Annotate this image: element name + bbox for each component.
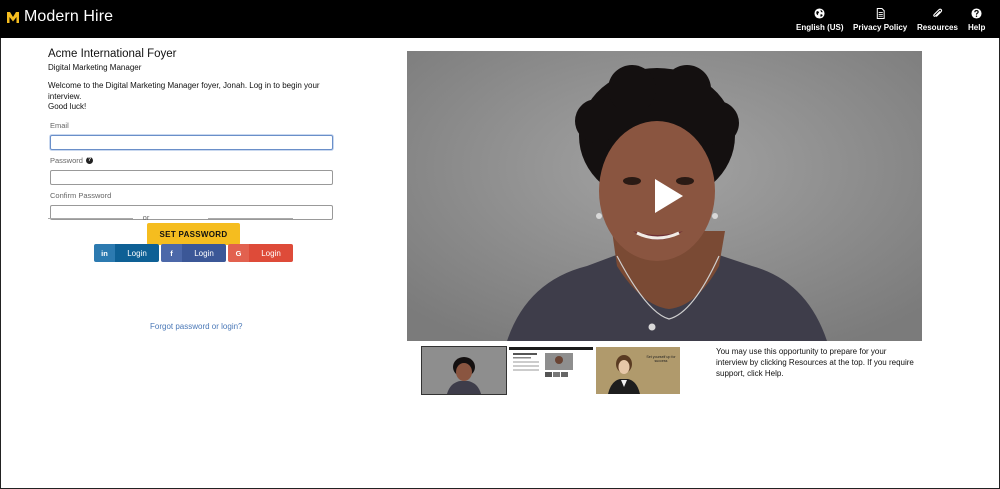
- position-title: Digital Marketing Manager: [48, 63, 142, 72]
- confirm-password-label: Confirm Password: [50, 191, 348, 200]
- google-login-label: Login: [249, 244, 293, 262]
- nav-language[interactable]: English (US): [796, 8, 844, 32]
- brand-name: Modern Hire: [24, 8, 114, 25]
- question-icon: [971, 8, 982, 19]
- linkedin-icon: in: [94, 244, 115, 262]
- divider-line-right: [208, 218, 293, 219]
- password-help-icon[interactable]: ?: [85, 156, 93, 164]
- linkedin-login-label: Login: [115, 244, 159, 262]
- paperclip-icon: [933, 8, 943, 17]
- confirm-password-label-text: Confirm Password: [50, 190, 112, 200]
- thumbnail-screen-tour[interactable]: [509, 347, 593, 394]
- nav-resources[interactable]: Resources: [917, 8, 958, 32]
- thumbnail-caption: Set yourself up for success: [646, 355, 676, 364]
- password-label-text: Password: [50, 155, 83, 165]
- password-field[interactable]: [50, 169, 333, 185]
- video-player[interactable]: [407, 51, 922, 341]
- thumbnail-welcome-video[interactable]: [421, 346, 507, 395]
- nav-privacy-label: Privacy Policy: [853, 23, 908, 32]
- brand-logo[interactable]: Modern Hire: [6, 8, 113, 26]
- facebook-login-button[interactable]: f Login: [161, 244, 226, 262]
- set-password-button[interactable]: SET PASSWORD: [147, 223, 240, 245]
- google-icon: G: [228, 244, 249, 262]
- google-login-button[interactable]: G Login: [228, 244, 293, 262]
- good-luck-message: Good luck!: [48, 102, 87, 111]
- resources-help-note: You may use this opportunity to prepare …: [716, 347, 914, 378]
- top-nav-bar: Modern Hire English (US) Privacy Policy …: [0, 0, 1000, 38]
- nav-language-label: English (US): [796, 23, 844, 32]
- welcome-message: Welcome to the Digital Marketing Manager…: [48, 81, 320, 101]
- modern-hire-logo-icon: [7, 12, 19, 23]
- page-title: Acme International Foyer: [48, 48, 177, 60]
- login-panel: Acme International Foyer Digital Marketi…: [48, 48, 348, 245]
- globe-icon: [814, 8, 825, 19]
- linkedin-login-button[interactable]: in Login: [94, 244, 159, 262]
- facebook-login-label: Login: [182, 244, 226, 262]
- thumbnail-welcome-image: [422, 347, 506, 394]
- facebook-icon: f: [161, 244, 182, 262]
- nav-privacy-policy[interactable]: Privacy Policy: [853, 8, 907, 32]
- nav-resources-label: Resources: [917, 23, 958, 32]
- thumbnail-screen-tour-image: [509, 347, 593, 394]
- forgot-password-link[interactable]: Forgot password or login?: [150, 322, 243, 331]
- nav-help-label: Help: [968, 23, 986, 32]
- email-label-text: Email: [50, 120, 69, 130]
- video-frame-presenter: [407, 51, 922, 341]
- or-divider: or: [48, 213, 293, 223]
- nav-help[interactable]: Help: [968, 8, 985, 32]
- email-field[interactable]: [50, 134, 333, 150]
- thumbnail-set-yourself-up[interactable]: Set yourself up for success: [596, 347, 680, 394]
- password-label: Password ?: [50, 156, 348, 165]
- document-icon: [876, 8, 885, 19]
- email-label: Email: [50, 121, 348, 130]
